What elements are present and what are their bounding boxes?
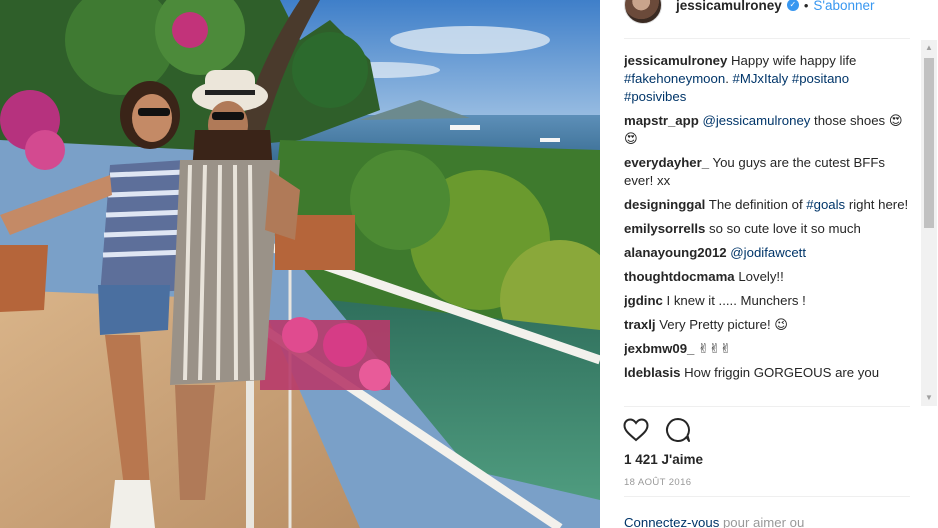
post-photo[interactable]: [0, 0, 600, 528]
comment-bubble-icon: [666, 418, 690, 442]
comment-tag-link[interactable]: #posivibes: [624, 89, 686, 104]
comment-item: jessicamulroney Happy wife happy life #f…: [624, 52, 914, 106]
follow-button[interactable]: S'abonner: [813, 0, 874, 13]
login-prompt: Connectez-vous pour aimer ou: [624, 515, 804, 528]
comment-text: ✌✌✌: [698, 341, 732, 356]
likes-count[interactable]: 1 421 J'aime: [624, 452, 703, 467]
post-date[interactable]: 18 AOÛT 2016: [624, 477, 691, 488]
comment-tag-link[interactable]: @jessicamulroney: [702, 113, 810, 128]
comments-list[interactable]: jessicamulroney Happy wife happy life #f…: [624, 52, 914, 406]
like-button[interactable]: [622, 416, 650, 444]
comment-item: mapstr_app @jessicamulroney those shoes …: [624, 112, 914, 148]
login-prompt-text: pour aimer ou: [719, 515, 805, 528]
comment-text: Happy wife happy life: [731, 53, 857, 68]
comment-text: How friggin GORGEOUS are you: [684, 365, 880, 380]
comment-username[interactable]: everydayher_: [624, 155, 709, 170]
scroll-thumb[interactable]: [924, 58, 934, 228]
comment-username[interactable]: thoughtdocmama: [624, 269, 735, 284]
comment-username[interactable]: ldeblasis: [624, 365, 680, 380]
comment-item: traxlj Very Pretty picture! 😉: [624, 316, 914, 334]
comment-item: designinggal The definition of #goals ri…: [624, 196, 914, 214]
avatar[interactable]: [624, 0, 662, 24]
comment-username[interactable]: designinggal: [624, 197, 705, 212]
comment-username[interactable]: jessicamulroney: [624, 53, 727, 68]
comment-item: ldeblasis How friggin GORGEOUS are you: [624, 364, 914, 382]
comment-item: thoughtdocmama Lovely!!: [624, 268, 914, 286]
comment-text: right here!: [845, 197, 909, 212]
comment-item: jexbmw09_ ✌✌✌: [624, 340, 914, 358]
post-actions: [622, 416, 692, 444]
footer-divider: [624, 496, 910, 497]
comment-username[interactable]: jexbmw09_: [624, 341, 694, 356]
comment-tag-link[interactable]: @jodifawcett: [730, 245, 806, 260]
header-username[interactable]: jessicamulroney: [676, 0, 782, 13]
comment-username[interactable]: traxlj: [624, 317, 656, 332]
scroll-up-arrow-icon[interactable]: ▲: [921, 40, 937, 56]
comments-divider: [624, 406, 910, 407]
comment-text: The definition of: [708, 197, 807, 212]
comment-tag-link[interactable]: #fakehoneymoon: [624, 71, 725, 86]
comment-item: alanayoung2012 @jodifawcett: [624, 244, 914, 262]
comment-item: everydayher_ You guys are the cutest BFF…: [624, 154, 914, 190]
comment-username[interactable]: mapstr_app: [624, 113, 699, 128]
separator-dot: •: [803, 0, 809, 13]
post-header: jessicamulroney ✓ • S'abonner: [624, 0, 875, 24]
comment-item: emilysorrells so so cute love it so much: [624, 220, 914, 238]
comment-text: .: [725, 71, 733, 86]
comment-button[interactable]: [664, 416, 692, 444]
heart-outline-icon: [623, 418, 649, 442]
comment-username[interactable]: emilysorrells: [624, 221, 705, 236]
comment-tag-link[interactable]: #MJxItaly: [733, 71, 789, 86]
scroll-down-arrow-icon[interactable]: ▼: [921, 390, 937, 406]
comment-text: I knew it ..... Munchers !: [666, 293, 806, 308]
login-link[interactable]: Connectez-vous: [624, 515, 719, 528]
comment-tag-link[interactable]: #goals: [806, 197, 845, 212]
comment-tag-link[interactable]: #positano: [792, 71, 849, 86]
header-divider: [624, 38, 910, 39]
comment-text: Very Pretty picture! 😉: [659, 317, 789, 332]
comment-username[interactable]: jgdinc: [624, 293, 663, 308]
comment-username[interactable]: alanayoung2012: [624, 245, 727, 260]
post-sidebar: jessicamulroney ✓ • S'abonner jessicamul…: [600, 0, 938, 528]
comment-text: so so cute love it so much: [709, 221, 861, 236]
verified-badge-icon: ✓: [786, 0, 799, 11]
comments-scrollbar[interactable]: ▲ ▼: [921, 40, 937, 406]
comment-item: jgdinc I knew it ..... Munchers !: [624, 292, 914, 310]
photo-illustration: [0, 0, 600, 528]
comment-text: Lovely!!: [738, 269, 784, 284]
